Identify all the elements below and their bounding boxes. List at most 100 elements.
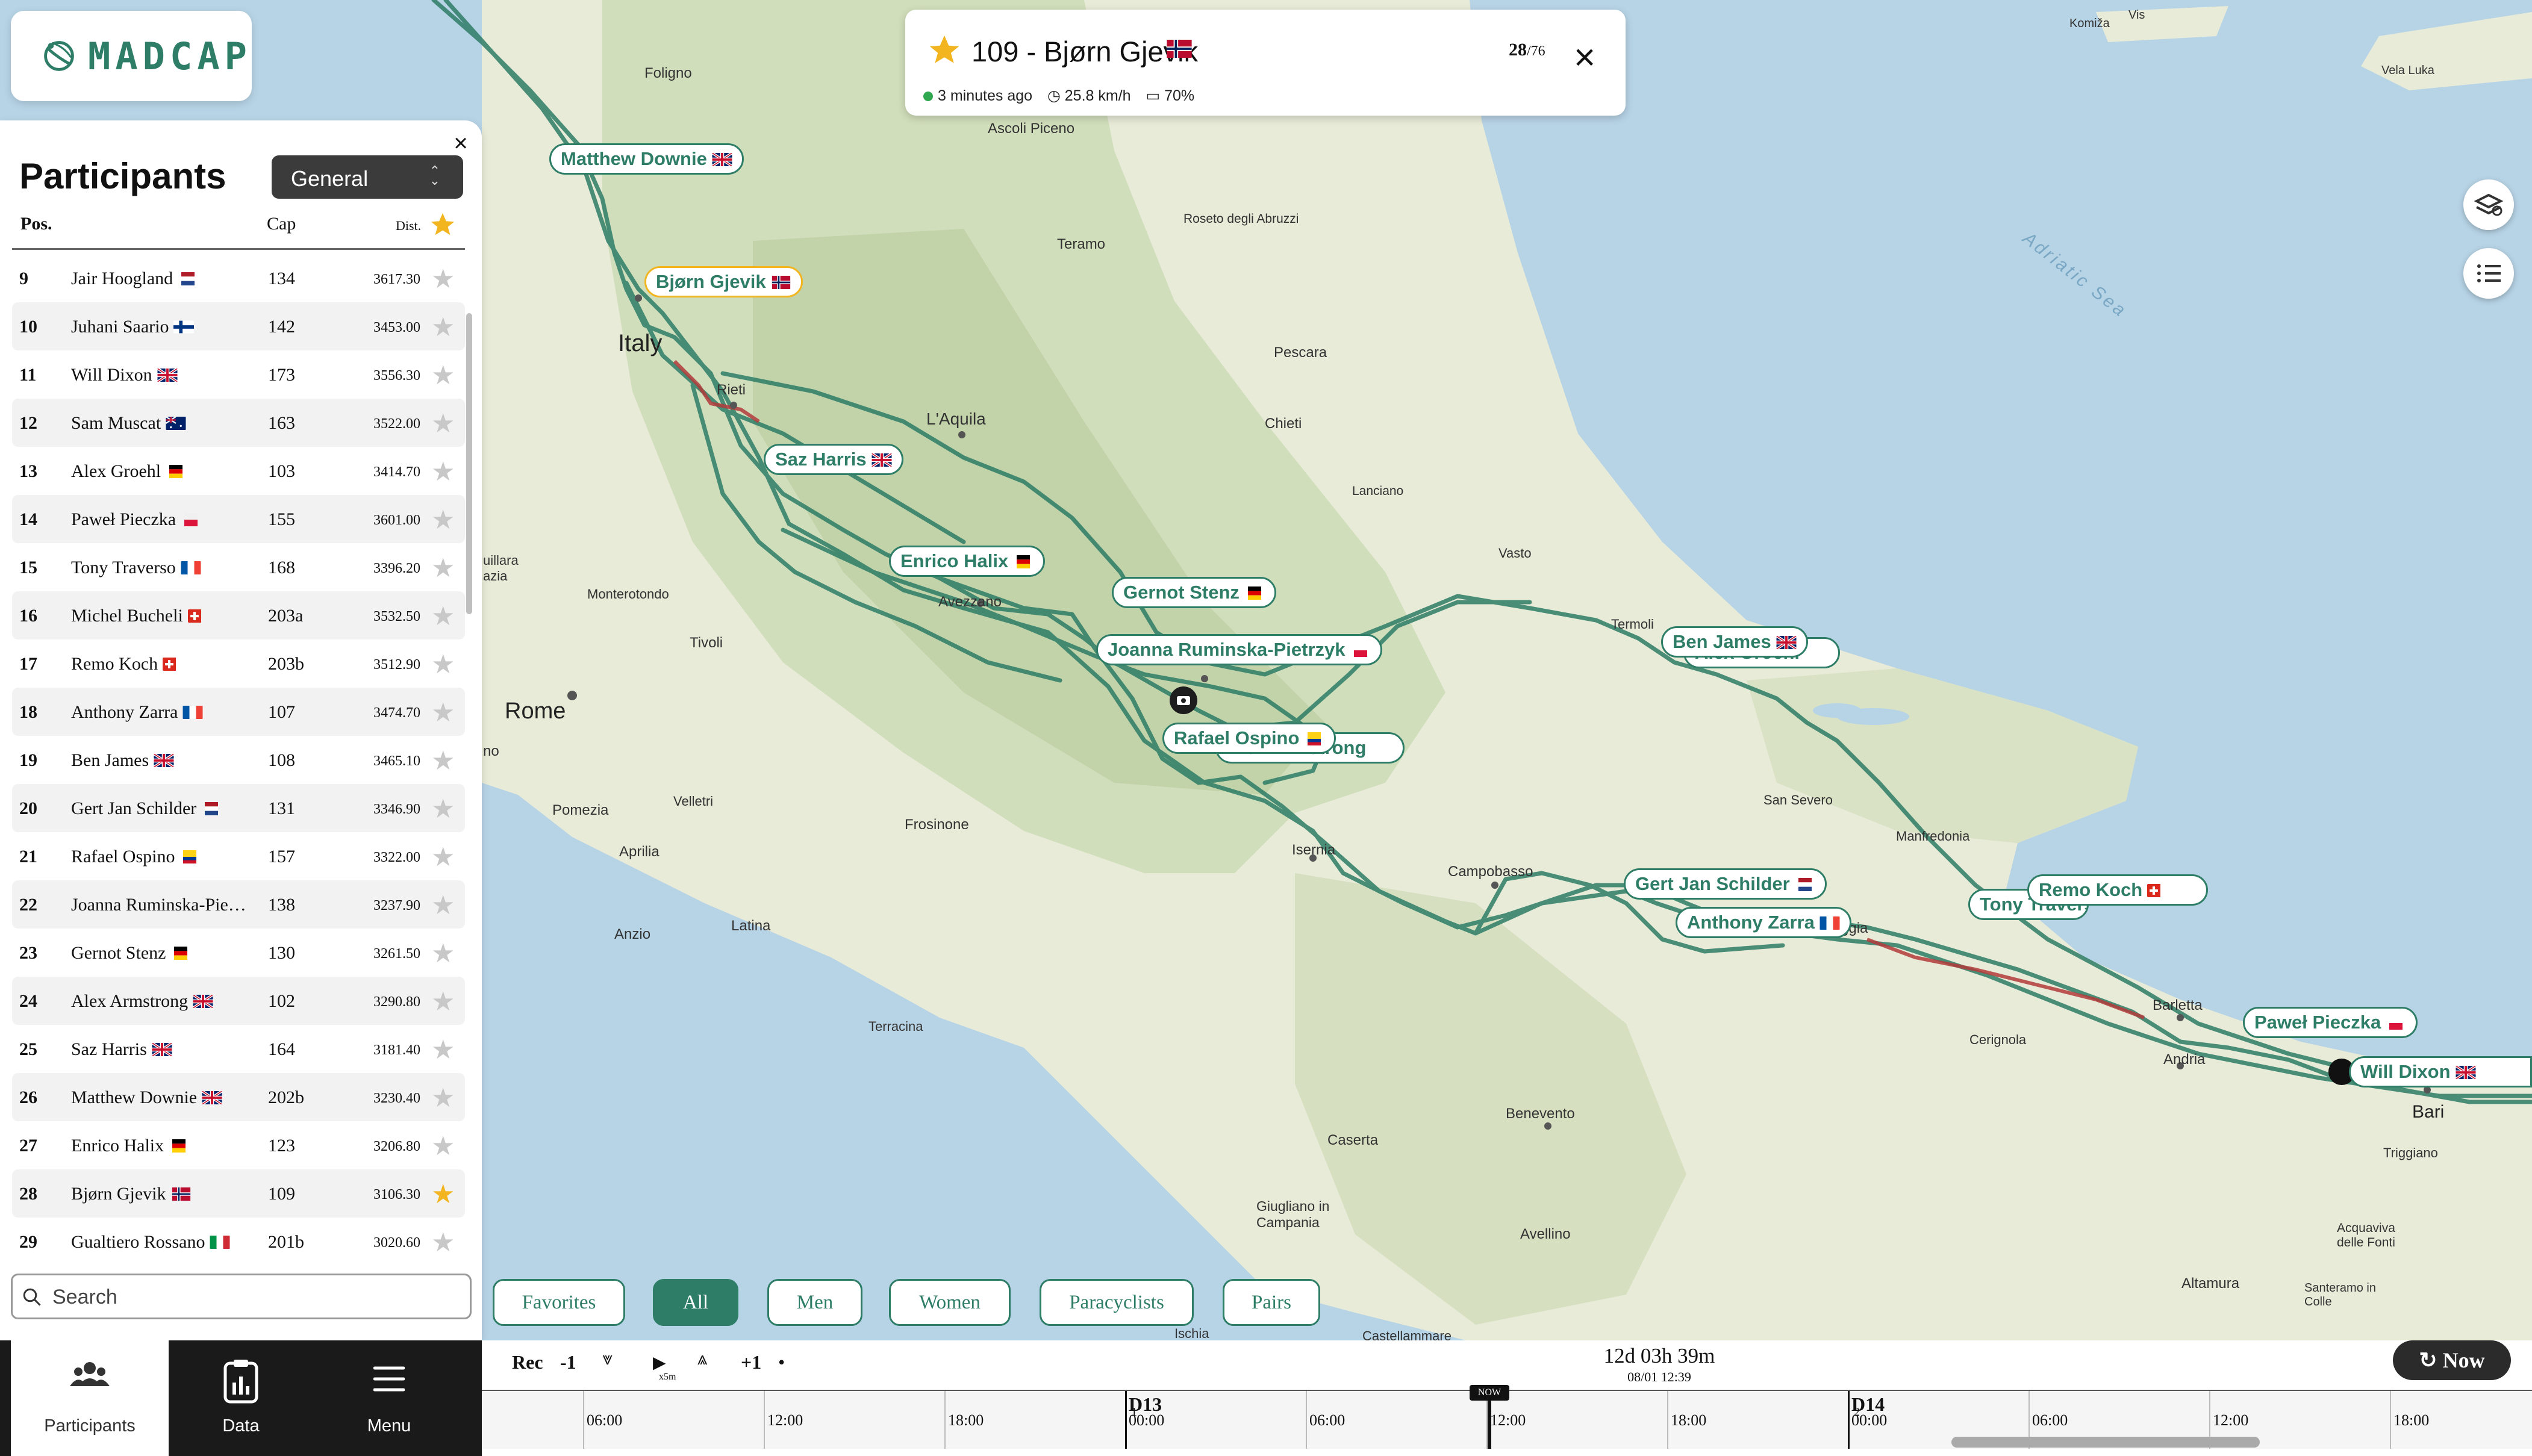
favorite-star-icon[interactable]: ★ — [431, 745, 455, 776]
participant-row[interactable]: 20 Gert Jan Schilder 131 3346.90 ★ — [12, 784, 465, 832]
filter-paracyclists[interactable]: Paracyclists — [1040, 1279, 1194, 1326]
participant-row[interactable]: 14 Paweł Pieczka 155 3601.00 ★ — [12, 495, 465, 543]
nav-participants[interactable]: Participants — [11, 1340, 169, 1456]
favorite-star-icon[interactable]: ★ — [431, 1227, 455, 1258]
rider-label[interactable]: Matthew Downie — [549, 143, 744, 175]
rider-label[interactable]: Saz Harris — [764, 444, 903, 475]
flag-gb-icon — [1776, 636, 1797, 649]
favorite-star-icon[interactable]: ★ — [431, 1083, 455, 1113]
participant-row[interactable]: 17 Remo Koch 203b 3512.90 ★ — [12, 639, 465, 688]
favorite-star-icon[interactable]: ★ — [431, 601, 455, 632]
nav-menu[interactable]: Menu — [311, 1340, 467, 1456]
nav-data[interactable]: Data — [163, 1340, 319, 1456]
participant-row[interactable]: 13 Alex Groehl 103 3414.70 ★ — [12, 447, 465, 495]
flag-ch-icon — [187, 609, 208, 623]
favorite-star-icon[interactable]: ★ — [431, 312, 455, 343]
favorite-star-icon[interactable]: ★ — [431, 986, 455, 1017]
column-pos[interactable]: Pos. — [20, 214, 52, 234]
participant-row[interactable]: 22 Joanna Ruminska-Pie… 138 3237.90 ★ — [12, 880, 465, 929]
favorite-star-icon[interactable]: ★ — [431, 938, 455, 969]
last-seen: 3 minutes ago — [938, 87, 1033, 104]
search-input[interactable] — [51, 1281, 463, 1313]
now-button[interactable]: ↻ Now — [2393, 1340, 2511, 1380]
hour-label: 00:00 — [1851, 1411, 1888, 1429]
rider-label[interactable]: Rafael Ospino — [1162, 723, 1336, 754]
participant-row[interactable]: 27 Enrico Halix 123 3206.80 ★ — [12, 1121, 465, 1169]
rider-label[interactable]: Remo Koch — [2027, 874, 2208, 906]
favorite-star-icon[interactable]: ★ — [431, 697, 455, 728]
favorite-star-icon[interactable]: ★ — [431, 360, 455, 391]
rider-label[interactable]: Anthony Zarra — [1676, 907, 1851, 938]
favorite-star-icon[interactable]: ★ — [431, 649, 455, 680]
column-dist[interactable]: Dist. — [396, 218, 421, 234]
filter-men[interactable]: Men — [767, 1279, 862, 1326]
participant-row[interactable]: 18 Anthony Zarra 107 3474.70 ★ — [12, 688, 465, 736]
participant-row[interactable]: 29 Gualtiero Rossano 201b 3020.60 ★ — [12, 1218, 465, 1266]
favorite-star-icon[interactable]: ★ — [431, 794, 455, 824]
timeline-scrollbar[interactable] — [1951, 1437, 2260, 1448]
filter-pairs[interactable]: Pairs — [1223, 1279, 1320, 1326]
participant-row[interactable]: 25 Saz Harris 164 3181.40 ★ — [12, 1025, 465, 1073]
now-marker[interactable]: NOW — [1470, 1385, 1509, 1449]
record-button[interactable]: Rec — [512, 1351, 543, 1374]
favorite-star-icon[interactable]: ★ — [431, 1179, 455, 1210]
rider-label[interactable]: Joanna Ruminska-Pietrzyk — [1096, 634, 1382, 665]
participant-row[interactable]: 12 Sam Muscat 163 3522.00 ★ — [12, 399, 465, 447]
participant-row[interactable]: 19 Ben James 108 3465.10 ★ — [12, 736, 465, 784]
favorite-star-icon[interactable]: ★ — [431, 264, 455, 294]
rider-label[interactable]: Gernot Stenz — [1112, 577, 1276, 608]
participant-row[interactable]: 9 Jair Hoogland 134 3617.30 ★ — [12, 254, 465, 302]
legend-button[interactable] — [2463, 248, 2514, 299]
favorite-star-icon[interactable]: ★ — [431, 842, 455, 873]
participant-row[interactable]: 15 Tony Traverso 168 3396.20 ★ — [12, 543, 465, 591]
favorite-star-icon[interactable] — [927, 33, 962, 67]
camera-icon[interactable] — [1170, 686, 1197, 714]
favorites-column-star-icon[interactable] — [429, 211, 457, 238]
favorite-star-icon[interactable]: ★ — [431, 456, 455, 487]
rider-label[interactable]: Gert Jan Schilder — [1624, 868, 1827, 900]
map-layers-button[interactable] — [2463, 179, 2514, 230]
participant-row[interactable]: 16 Michel Bucheli 203a 3532.50 ★ — [12, 591, 465, 639]
favorite-star-icon[interactable]: ★ — [431, 1131, 455, 1162]
step-back-button[interactable]: -1 — [560, 1351, 576, 1374]
participant-row[interactable]: 28 Bjørn Gjevik 109 3106.30 ★ — [12, 1169, 465, 1218]
rider-label[interactable]: Will Dixon — [2349, 1056, 2532, 1087]
filter-favorites[interactable]: Favorites — [493, 1279, 625, 1326]
ranking-select[interactable]: General ⌃ ⌄ — [272, 155, 463, 199]
close-icon[interactable]: × — [449, 131, 473, 155]
slow-down-icon[interactable]: ⩔ — [602, 1349, 613, 1369]
rider-label[interactable]: Paweł Pieczka — [2243, 1007, 2418, 1038]
filter-all[interactable]: All — [653, 1279, 738, 1326]
step-forward-button[interactable]: +1 — [741, 1351, 761, 1374]
participant-name-text: Alex Groehl — [71, 461, 161, 481]
participant-cap: 163 — [268, 413, 295, 433]
rider-label[interactable]: Ben James — [1661, 626, 1808, 658]
participant-row[interactable]: 10 Juhani Saario 142 3453.00 ★ — [12, 302, 465, 350]
participant-cap: 103 — [268, 461, 295, 481]
participant-name: Matthew Downie — [71, 1087, 223, 1108]
favorite-star-icon[interactable]: ★ — [431, 890, 455, 921]
favorite-star-icon[interactable]: ★ — [431, 408, 455, 439]
rider-label-selected[interactable]: Bjørn Gjevik — [644, 266, 803, 297]
timeline-ruler[interactable]: 06:00 12:00 18:00 D13 1 00:00 06:00 12:0… — [482, 1385, 2532, 1449]
participant-row[interactable]: 26 Matthew Downie 202b 3230.40 ★ — [12, 1073, 465, 1121]
favorite-star-icon[interactable]: ★ — [431, 505, 455, 535]
flag-co-icon — [1304, 732, 1324, 745]
speed-up-icon[interactable]: ⩓ — [697, 1349, 708, 1369]
participant-cap: 201b — [268, 1232, 304, 1252]
filter-women[interactable]: Women — [889, 1279, 1011, 1326]
column-cap[interactable]: Cap — [267, 214, 296, 234]
participant-row[interactable]: 24 Alex Armstrong 102 3290.80 ★ — [12, 977, 465, 1025]
participant-row[interactable]: 11 Will Dixon 173 3556.30 ★ — [12, 350, 465, 399]
participant-row[interactable]: 21 Rafael Ospino 157 3322.00 ★ — [12, 832, 465, 880]
rider-label[interactable]: Enrico Halix — [889, 546, 1046, 577]
close-icon[interactable]: × — [1574, 39, 1595, 76]
list-scrollbar[interactable] — [466, 313, 472, 614]
logo[interactable]: MADCAP — [11, 11, 252, 101]
favorite-star-icon[interactable]: ★ — [431, 1034, 455, 1065]
search-field[interactable] — [11, 1274, 472, 1319]
flag-no-icon — [771, 276, 791, 289]
play-icon[interactable]: ▶ — [653, 1352, 666, 1373]
favorite-star-icon[interactable]: ★ — [431, 553, 455, 583]
participant-row[interactable]: 23 Gernot Stenz 130 3261.50 ★ — [12, 929, 465, 977]
